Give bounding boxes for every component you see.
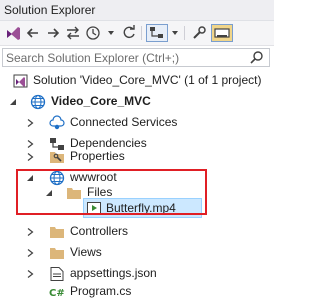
preview-icon[interactable] (211, 24, 233, 42)
vs-solution-icon[interactable] (4, 24, 22, 42)
search-icon[interactable] (249, 50, 265, 69)
collapsed-chevron-icon[interactable] (25, 117, 35, 127)
collapsed-chevron-icon[interactable] (25, 226, 35, 236)
tree-item-label: appsettings.json (70, 266, 157, 280)
window-title: Solution Explorer (4, 3, 96, 17)
csharp-file-icon: C# (49, 284, 65, 300)
folder-icon (49, 224, 65, 240)
tree-item-solution[interactable]: Solution 'Video_Core_MVC' (1 of 1 projec… (0, 70, 274, 91)
search-box[interactable] (2, 48, 270, 67)
tree-item-controllers[interactable]: Controllers (0, 221, 274, 242)
solution-icon (13, 73, 29, 89)
tree-item-label: Controllers (70, 224, 129, 238)
svg-text:C#: C# (49, 288, 65, 299)
switch-views-icon[interactable] (146, 24, 168, 42)
tree-item-label: Properties (70, 149, 125, 163)
clock-icon[interactable] (84, 24, 102, 42)
tree-item-label: Files (87, 185, 113, 199)
collapsed-chevron-icon[interactable] (25, 268, 35, 278)
dropdown-icon[interactable] (104, 24, 118, 42)
tree-item-project[interactable]: Video_Core_MVC (0, 91, 274, 112)
tree-item-connected-services[interactable]: Connected Services (0, 112, 274, 133)
collapsed-chevron-icon[interactable] (25, 151, 35, 161)
expanded-chevron-icon[interactable] (25, 172, 35, 182)
properties-icon[interactable] (190, 24, 208, 42)
tree-item-label: Program.cs (70, 284, 132, 298)
tree-item-butterfly-mp4[interactable]: Butterfly.mp4 (83, 198, 202, 218)
refresh-icon[interactable] (120, 24, 138, 42)
expanded-chevron-icon[interactable] (8, 96, 18, 106)
tree-item-label: Video_Core_MVC (51, 94, 151, 108)
tree-item-properties[interactable]: Properties (0, 146, 274, 167)
switch-views-dropdown-icon[interactable] (169, 24, 181, 42)
forward-icon[interactable] (44, 24, 62, 42)
tree-item-program-cs[interactable]: C# Program.cs (0, 281, 274, 302)
connected-services-icon (49, 115, 65, 131)
tree-item-views[interactable]: Views (0, 242, 274, 263)
tree-item-label: Butterfly.mp4 (106, 201, 176, 215)
tree-item-label: Connected Services (70, 115, 178, 129)
properties-folder-icon (49, 149, 65, 165)
folder-icon (66, 185, 82, 201)
expanded-chevron-icon[interactable] (44, 187, 54, 197)
json-file-icon (49, 266, 65, 282)
sync-icon[interactable] (64, 24, 82, 42)
collapsed-chevron-icon[interactable] (25, 247, 35, 257)
toolbar (0, 21, 274, 46)
tree-item-label: Views (70, 245, 102, 259)
toolbar-separator (141, 26, 142, 40)
globe-project-icon (30, 94, 46, 110)
tree-item-label: Solution 'Video_Core_MVC' (1 of 1 projec… (33, 73, 262, 87)
title-bar: Solution Explorer (0, 0, 274, 21)
video-file-icon (86, 200, 102, 216)
toolbar-separator (184, 26, 185, 40)
folder-icon (49, 245, 65, 261)
search-input[interactable] (3, 49, 241, 66)
back-icon[interactable] (24, 24, 42, 42)
